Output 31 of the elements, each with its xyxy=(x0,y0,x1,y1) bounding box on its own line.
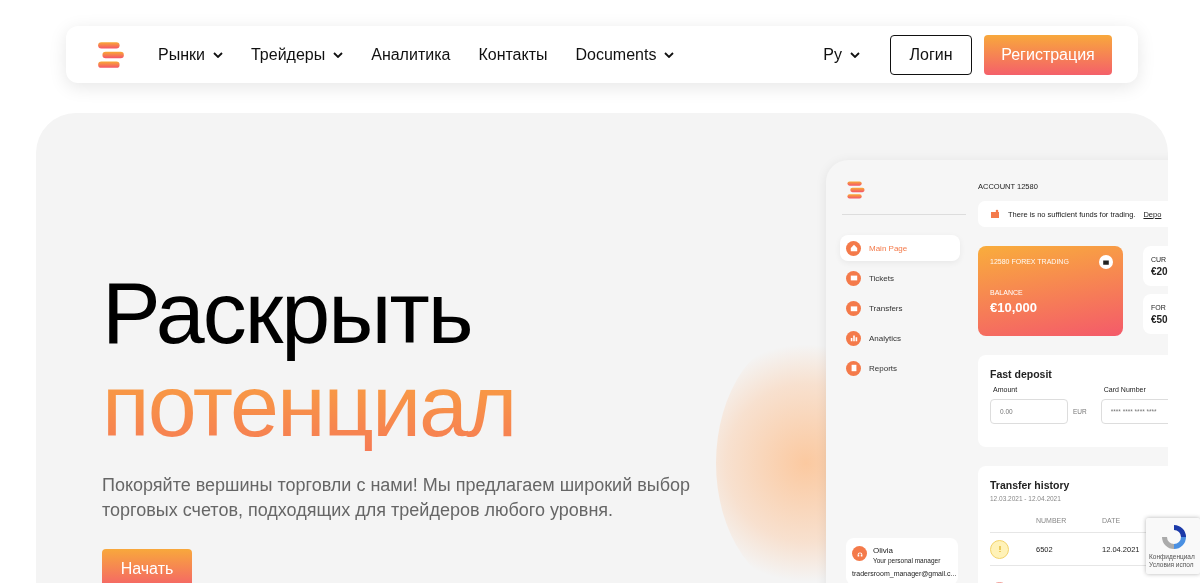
warning-icon xyxy=(990,539,1009,559)
stat-value: €50 xyxy=(1151,314,1168,325)
home-icon xyxy=(846,240,861,256)
sidebar-item[interactable]: Analytics xyxy=(840,325,960,351)
manager-name: Olivia xyxy=(873,546,894,555)
document-icon xyxy=(846,360,861,376)
chevron-down-icon xyxy=(333,51,344,58)
language-selector[interactable]: Ру xyxy=(823,45,860,64)
card-title: Transfer history xyxy=(990,479,1071,491)
chart-icon xyxy=(846,330,861,346)
card-title: Fast deposit xyxy=(990,368,1053,380)
hero-description: Покоряйте вершины торговли с нами! Мы предлагаем широкий выбор торговых счетов, подходящих для трейдеров любого уровня. xyxy=(102,474,691,522)
hero-title: Раскрыть xyxy=(102,265,473,361)
nav-link[interactable]: Аналитика xyxy=(371,45,451,64)
sidebar-item[interactable]: Tickets xyxy=(840,265,960,291)
balance-value: €10,000 xyxy=(990,300,1038,315)
chevron-down-icon xyxy=(850,51,860,58)
nav-link[interactable]: Documents xyxy=(575,45,675,64)
logo-icon[interactable] xyxy=(96,39,126,70)
chevron-down-icon xyxy=(664,51,675,58)
stat-value: €20 xyxy=(1151,266,1168,277)
recaptcha-icon xyxy=(1159,522,1189,552)
sidebar-item[interactable]: Reports xyxy=(840,355,960,381)
headset-icon xyxy=(852,546,867,561)
nav-link[interactable]: Контакты xyxy=(478,45,548,64)
chevron-down-icon xyxy=(212,51,223,58)
logo-icon xyxy=(846,180,866,200)
login-button[interactable]: Логин xyxy=(890,34,972,75)
sidebar-item[interactable]: Transfers xyxy=(840,295,960,321)
nav-link[interactable]: Трейдеры xyxy=(250,45,344,64)
nav-link[interactable]: Рынки xyxy=(158,45,223,64)
